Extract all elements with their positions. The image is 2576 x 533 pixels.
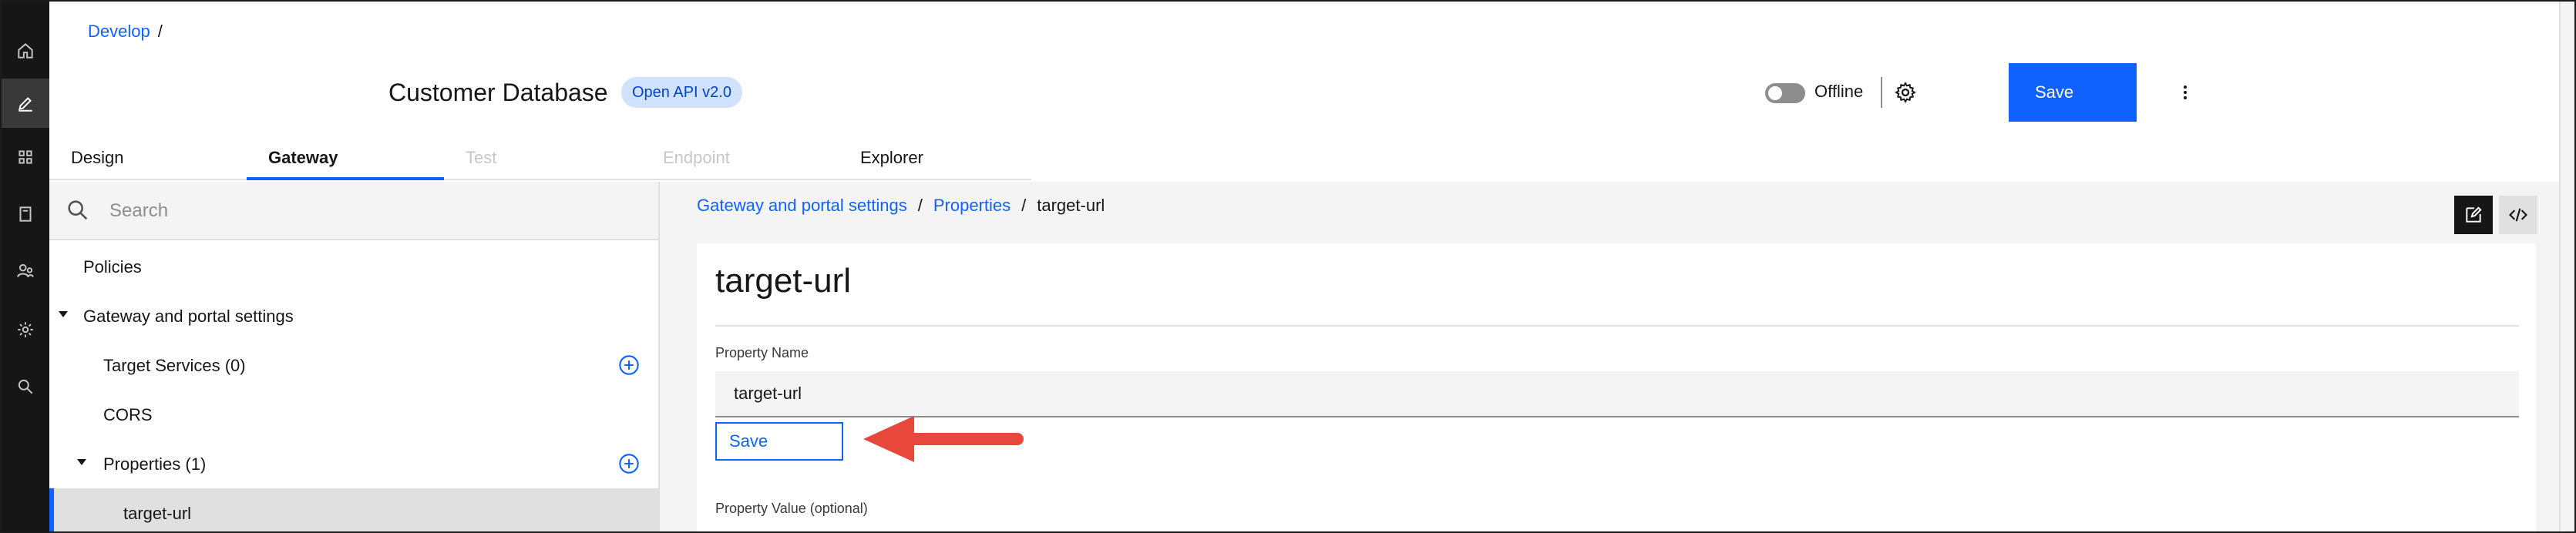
search-icon — [18, 379, 33, 394]
nav-item-label: Properties (1) — [103, 454, 207, 474]
rail-catalog[interactable] — [2, 189, 49, 239]
nav-item-label: Target Services (0) — [103, 356, 246, 375]
home-icon — [18, 43, 33, 59]
content-breadcrumb: Gateway and portal settings / Properties / t… — [697, 196, 1105, 216]
left-rail — [2, 2, 49, 531]
toggle-knob — [1768, 86, 1782, 100]
gateway-nav-panel: Policies Gateway and portal settings Tar… — [49, 182, 660, 531]
nav-item-gateway-portal-settings[interactable]: Gateway and portal settings — [49, 291, 658, 340]
nav-item-label: Gateway and portal settings — [83, 307, 294, 326]
title-divider — [715, 325, 2519, 327]
offline-label: Offline — [1814, 82, 1864, 101]
code-icon — [2509, 208, 2527, 222]
tab-gateway[interactable]: Gateway — [247, 139, 444, 180]
edit-icon — [18, 97, 32, 112]
tab-test: Test — [444, 139, 641, 180]
rail-develop[interactable] — [2, 79, 49, 128]
property-save-button[interactable]: Save — [715, 422, 843, 461]
save-button[interactable]: Save — [2009, 63, 2137, 122]
api-settings-button[interactable] — [1892, 79, 1919, 106]
apps-icon — [18, 150, 32, 164]
property-value-label: Property Value (optional) — [715, 501, 868, 516]
chevron-down-icon[interactable] — [59, 311, 68, 317]
source-view-button[interactable] — [2499, 196, 2537, 234]
users-icon — [17, 263, 34, 278]
breadcrumb-separator: / — [157, 22, 163, 41]
tab-design[interactable]: Design — [49, 139, 247, 180]
gear-icon — [1895, 82, 1916, 103]
nav-item-label: target-url — [123, 504, 192, 523]
search-bar — [49, 182, 658, 240]
header-divider — [1881, 77, 1882, 108]
app-window: Develop / Customer Database Open API v2.0… — [0, 0, 2576, 533]
rail-home[interactable] — [2, 26, 49, 75]
crumb-separator: / — [1021, 196, 1027, 215]
nav-item-properties[interactable]: Properties (1) — [49, 439, 658, 488]
chevron-down-icon[interactable] — [77, 459, 86, 465]
crumb-separator: / — [917, 196, 923, 215]
overflow-menu-button[interactable] — [2174, 79, 2197, 106]
property-editor: Gateway and portal settings / Properties / t… — [660, 182, 2562, 531]
search-icon — [68, 200, 88, 220]
tab-endpoint: Endpoint — [641, 139, 839, 180]
property-title: target-url — [715, 262, 852, 300]
annotation-arrow-icon — [863, 416, 1024, 462]
form-view-button[interactable] — [2454, 196, 2493, 234]
page-title: Customer Database — [388, 79, 608, 106]
overflow-menu-icon — [2184, 85, 2187, 99]
crumb-gateway-portal-settings[interactable]: Gateway and portal settings — [697, 196, 907, 215]
edit-icon — [2466, 206, 2482, 223]
nav-item-label: Policies — [83, 257, 142, 277]
rail-search[interactable] — [2, 362, 49, 411]
catalog-icon — [19, 206, 32, 222]
crumb-properties[interactable]: Properties — [933, 196, 1011, 215]
nav-item-target-url[interactable]: target-url — [49, 488, 658, 531]
right-edge-strip — [2559, 2, 2574, 531]
rail-apps[interactable] — [2, 132, 49, 182]
api-version-badge: Open API v2.0 — [621, 77, 742, 108]
add-target-service-icon[interactable] — [618, 354, 640, 376]
rail-users[interactable] — [2, 246, 49, 296]
nav-item-target-services[interactable]: Target Services (0) — [49, 340, 658, 390]
nav-item-cors[interactable]: CORS — [49, 390, 658, 439]
rail-settings[interactable] — [2, 305, 49, 354]
settings-icon — [18, 322, 33, 337]
crumb-current: target-url — [1037, 196, 1105, 215]
search-input[interactable] — [108, 194, 573, 228]
property-card: target-url Property Name Save Property V… — [697, 243, 2536, 531]
breadcrumb-develop-link[interactable]: Develop — [88, 22, 150, 41]
nav-item-label: CORS — [103, 405, 153, 424]
breadcrumb: Develop / — [88, 22, 163, 42]
add-property-icon[interactable] — [618, 453, 640, 474]
offline-toggle[interactable] — [1765, 83, 1805, 103]
property-name-label: Property Name — [715, 345, 809, 360]
tab-explorer[interactable]: Explorer — [839, 139, 1031, 180]
nav-item-policies[interactable]: Policies — [49, 242, 658, 291]
